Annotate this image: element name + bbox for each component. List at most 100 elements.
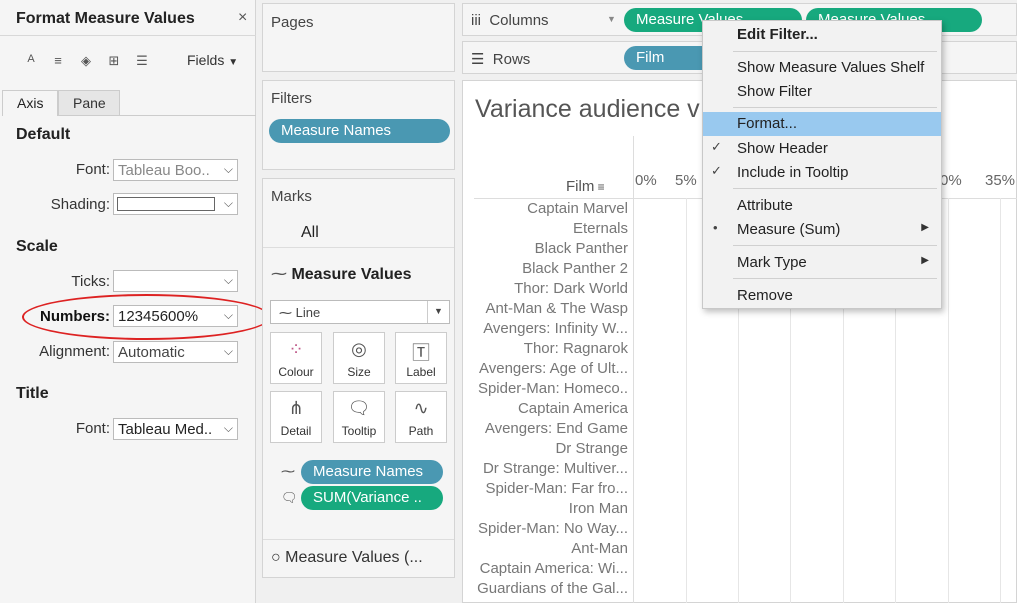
film-row-label[interactable]: Captain America [474, 400, 628, 417]
gridline [686, 198, 687, 603]
gridline [948, 198, 949, 603]
shading-label: Shading: [50, 196, 110, 213]
film-row-label[interactable]: Black Panther 2 [474, 260, 628, 277]
axis-divider [633, 136, 634, 603]
font-value: Tableau Boo.. [118, 162, 210, 179]
film-row-label[interactable]: Black Panther [474, 240, 628, 257]
close-icon[interactable]: × [238, 9, 247, 27]
menu-item-measure-sum[interactable]: • Measure (Sum) ▶ [703, 218, 941, 242]
line-icon: ⁓ [271, 266, 287, 283]
menu-item-show-header[interactable]: ✓ Show Header [703, 137, 941, 161]
font-dropdown[interactable]: Tableau Boo.. ⌵ [113, 159, 238, 181]
film-row-label[interactable]: Guardians of the Gal... [474, 580, 628, 597]
ticks-dropdown[interactable]: ⌵ [113, 270, 238, 292]
alignment-dropdown[interactable]: Automatic ⌵ [113, 341, 238, 363]
marks-pill-measure-names[interactable]: Measure Names [301, 460, 443, 484]
film-row-label[interactable]: Ant-Man & The Wasp [474, 300, 628, 317]
size-label: Size [347, 365, 371, 379]
menu-separator [733, 51, 937, 52]
lines-format-icon[interactable]: ☰ [134, 53, 150, 69]
filters-title: Filters [271, 90, 312, 107]
alignment-format-icon[interactable]: ≡ [50, 53, 66, 68]
section-default: Default [16, 126, 71, 143]
film-row-label[interactable]: Thor: Ragnarok [474, 340, 628, 357]
bullet-icon: • [713, 220, 718, 235]
size-button[interactable]: ◎ Size [333, 332, 385, 384]
tooltip-icon: 🗨 [281, 490, 298, 505]
film-row-label[interactable]: Thor: Dark World [474, 280, 628, 297]
film-row-label[interactable]: Dr Strange [474, 440, 628, 457]
mark-type-dropdown[interactable]: ⁓ Line ▼ [270, 300, 450, 324]
axis-tick-label: 35% [985, 172, 1016, 189]
pill-context-menu: Edit Filter... Show Measure Values Shelf… [702, 20, 942, 309]
tab-axis[interactable]: Axis [2, 90, 59, 116]
label-button[interactable]: 🅃 Label [395, 332, 447, 384]
film-row-label[interactable]: Avengers: Infinity W... [474, 320, 628, 337]
chevron-down-icon: ⌵ [223, 162, 233, 176]
film-row-label[interactable]: Captain America: Wi... [474, 560, 628, 577]
film-row-label[interactable]: Eternals [474, 220, 628, 237]
mark-type-label: Mark Type [737, 254, 807, 271]
sort-icon[interactable]: ≡ [594, 180, 605, 194]
film-row-label[interactable]: Spider-Man: Far fro... [474, 480, 628, 497]
film-row-label[interactable]: Ant-Man [474, 540, 628, 557]
tooltip-button[interactable]: 🗨 Tooltip [333, 391, 385, 443]
section-title: Title [16, 385, 49, 402]
axis-tick-label: 5% [675, 172, 697, 189]
film-row-label[interactable]: Avengers: Age of Ult... [474, 360, 628, 377]
divider [0, 35, 256, 36]
detail-icon: ⋔ [288, 398, 304, 418]
include-tooltip-label: Include in Tooltip [737, 164, 849, 181]
title-font-dropdown[interactable]: Tableau Med.. ⌵ [113, 418, 238, 440]
fields-label: Fields [187, 52, 225, 68]
detail-button[interactable]: ⋔ Detail [270, 391, 322, 443]
colour-icon: ⁘ [288, 339, 304, 359]
annotation-red-oval [22, 294, 271, 340]
fields-dropdown[interactable]: Fields ▼ [187, 52, 238, 68]
font-format-icon[interactable]: A [23, 53, 39, 65]
marks-pill-sum-variance[interactable]: SUM(Variance .. [301, 486, 443, 510]
path-button[interactable]: ∿ Path [395, 391, 447, 443]
rows-label: Rows [492, 51, 531, 68]
checkmark-icon: ✓ [711, 139, 722, 154]
menu-item-show-shelf[interactable]: Show Measure Values Shelf [703, 56, 941, 80]
menu-item-format[interactable]: Format... [703, 112, 941, 136]
marks-card: Marks All ⁓ Measure Values ⁓ Line ▼ ⁘ Colo… [262, 178, 455, 578]
menu-item-edit-filter[interactable]: Edit Filter... [703, 23, 941, 47]
film-row-label[interactable]: Dr Strange: Multiver... [474, 460, 628, 477]
ticks-label: Ticks: [71, 273, 110, 290]
columns-label-wrap: iii Columns [471, 12, 549, 29]
menu-item-include-tooltip[interactable]: ✓ Include in Tooltip [703, 161, 941, 185]
borders-format-icon[interactable]: ⊞ [106, 53, 122, 69]
film-row-label[interactable]: Avengers: End Game [474, 420, 628, 437]
measure-values-label: Measure Values [291, 266, 412, 283]
menu-item-remove[interactable]: Remove [703, 284, 941, 308]
film-column-header[interactable]: Film ≡ [566, 178, 605, 195]
alignment-value: Automatic [118, 344, 185, 361]
menu-item-mark-type[interactable]: Mark Type ▶ [703, 251, 941, 275]
menu-item-show-filter[interactable]: Show Filter [703, 80, 941, 104]
title-font-label: Font: [75, 420, 110, 437]
path-icon: ∿ [413, 398, 429, 418]
shading-dropdown[interactable]: ⌵ [113, 193, 238, 215]
menu-item-attribute[interactable]: Attribute [703, 194, 941, 218]
shading-format-icon[interactable]: ◈ [78, 53, 94, 69]
colour-button[interactable]: ⁘ Colour [270, 332, 322, 384]
measure-values-footer[interactable]: ○ Measure Values (... [271, 549, 423, 567]
marks-title: Marks [271, 188, 312, 205]
marks-measure-values-tab[interactable]: ⁓ Measure Values [271, 264, 412, 284]
pages-title: Pages [271, 14, 314, 31]
film-row-label[interactable]: Iron Man [474, 500, 628, 517]
tab-pane[interactable]: Pane [58, 90, 120, 116]
section-scale: Scale [16, 238, 58, 255]
line-icon: ⁓ [279, 305, 292, 320]
film-row-label[interactable]: Captain Marvel [474, 200, 628, 217]
marks-all-tab[interactable]: All [301, 224, 319, 242]
measure-sum-label: Measure (Sum) [737, 221, 841, 238]
colour-label: Colour [278, 365, 314, 379]
label-label: Label [406, 365, 436, 379]
filter-pill-measure-names[interactable]: Measure Names [269, 119, 450, 143]
film-row-label[interactable]: Spider-Man: No Way... [474, 520, 628, 537]
tooltip-label: Tooltip [341, 424, 377, 438]
film-row-label[interactable]: Spider-Man: Homeco.. [474, 380, 628, 397]
